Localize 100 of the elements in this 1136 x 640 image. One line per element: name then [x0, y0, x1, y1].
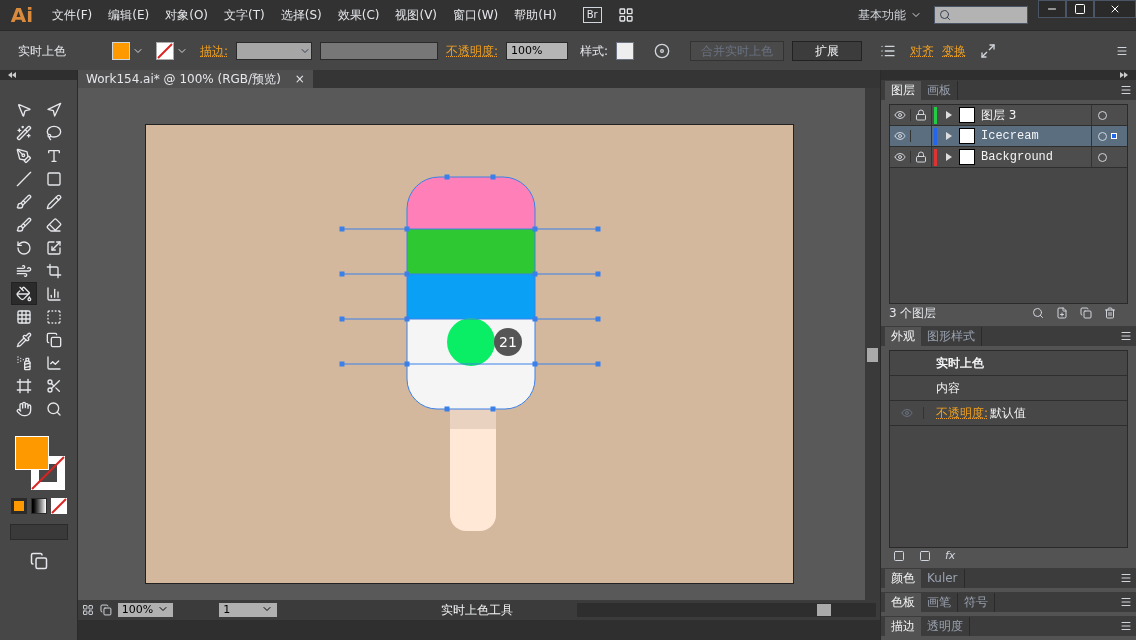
layer-thumbnail — [959, 107, 975, 123]
stroke-label[interactable]: 描边: — [200, 41, 229, 60]
new-layer-icon[interactable] — [1080, 307, 1092, 319]
panel-tab[interactable]: 颜色 — [885, 569, 921, 588]
search-field[interactable] — [934, 6, 1028, 24]
visibility-icon[interactable] — [894, 130, 906, 142]
new-sublayer-icon[interactable] — [1056, 307, 1068, 319]
wind-icon — [15, 262, 32, 279]
visibility-icon[interactable] — [894, 151, 906, 163]
color-mode-button[interactable] — [10, 498, 27, 514]
text-icon — [45, 147, 62, 164]
panel-tab[interactable]: 外观 — [885, 327, 921, 346]
style-swatch[interactable] — [616, 41, 635, 60]
expand-triangle-icon[interactable] — [945, 153, 953, 161]
align-link[interactable]: 对齐 — [910, 41, 935, 60]
maximize-button[interactable] — [1066, 0, 1094, 18]
menu-item[interactable]: 视图(V) — [387, 6, 446, 24]
panel-tab[interactable]: 图层 — [885, 81, 921, 100]
app-logo: Ai — [9, 2, 35, 29]
panel-tab[interactable]: 图形样式 — [921, 327, 982, 346]
panel-tab[interactable]: Kuler — [921, 569, 965, 588]
transform-link[interactable]: 变换 — [942, 41, 967, 60]
disc-icon[interactable] — [654, 42, 671, 59]
search-icon — [939, 9, 951, 21]
menu-item[interactable]: 帮助(H) — [506, 6, 565, 24]
expand-arrows-icon[interactable] — [1120, 72, 1128, 78]
bounding-box-icon[interactable] — [980, 42, 997, 59]
layer-name: Background — [981, 149, 1054, 166]
vertical-scrollbar[interactable] — [865, 88, 880, 600]
menu-item[interactable]: 文字(T) — [216, 6, 273, 24]
menu-item[interactable]: 对象(O) — [157, 6, 217, 24]
rotate-icon — [15, 239, 32, 256]
no-stroke-swatch[interactable] — [156, 41, 174, 60]
zoom-field[interactable]: 100% — [117, 603, 174, 617]
screen-mode-icon[interactable] — [29, 552, 48, 570]
share-icon[interactable] — [99, 604, 112, 616]
panel-tab[interactable]: 色板 — [885, 593, 921, 612]
layer-row[interactable]: Background — [890, 147, 1127, 168]
copy-icon — [45, 331, 62, 348]
trash-icon[interactable] — [1104, 307, 1116, 319]
document-tab[interactable]: Work154.ai* @ 100% (RGB/预览) × — [78, 70, 313, 88]
scale-icon — [45, 239, 62, 256]
spray-can-icon — [15, 354, 32, 371]
workspace-switcher[interactable]: 基本功能 — [858, 6, 922, 24]
layer-row[interactable]: 图层 3 — [890, 105, 1127, 126]
opacity-link[interactable]: 不透明度: — [936, 404, 989, 422]
eraser-icon — [45, 216, 62, 233]
opacity-label[interactable]: 不透明度: — [446, 41, 499, 60]
opacity-field[interactable]: 100% — [506, 41, 569, 60]
panel-menu-icon[interactable] — [1120, 596, 1132, 608]
layer-name: 图层 3 — [981, 107, 1018, 124]
menu-item[interactable]: 选择(S) — [272, 6, 330, 24]
square-icon[interactable] — [919, 550, 931, 562]
horizontal-scrollbar[interactable] — [576, 603, 876, 617]
appearance-content-row[interactable]: 内容 — [936, 379, 960, 397]
artboard-field[interactable]: 1 — [219, 603, 277, 617]
menu-item[interactable]: 文件(F) — [44, 6, 101, 24]
expand-triangle-icon[interactable] — [945, 132, 953, 140]
fx-button[interactable]: fx — [945, 550, 956, 562]
none-mode-button[interactable] — [50, 498, 67, 514]
settings-icon[interactable] — [82, 604, 94, 616]
square-icon[interactable] — [893, 550, 905, 562]
panel-menu-icon[interactable] — [1120, 572, 1132, 584]
panel-menu-icon[interactable] — [1116, 44, 1128, 57]
menu-item[interactable]: 编辑(E) — [100, 6, 158, 24]
arrange-documents-icon[interactable] — [617, 7, 634, 23]
layer-row[interactable]: Icecream — [890, 126, 1127, 147]
hand-icon — [15, 400, 32, 417]
style-label: 样式: — [580, 42, 609, 60]
panel-menu-icon[interactable] — [1120, 84, 1132, 96]
stroke-weight-field[interactable] — [236, 41, 313, 60]
bridge-button[interactable]: Br — [582, 7, 602, 23]
opacity-value: 默认值 — [990, 405, 1027, 422]
menu-item[interactable]: 效果(C) — [329, 6, 388, 24]
collapse-arrows-icon[interactable] — [8, 72, 16, 78]
layer-name: Icecream — [981, 128, 1040, 145]
minimize-button[interactable] — [1038, 0, 1066, 18]
current-tool-status: 实时上色工具 — [439, 602, 514, 619]
tab-close-button[interactable]: × — [294, 70, 305, 88]
panel-menu-icon[interactable] — [1120, 330, 1132, 342]
tool-name: 实时上色 — [17, 42, 67, 60]
panel-tab[interactable]: 透明度 — [921, 617, 970, 636]
brush-field[interactable] — [320, 41, 439, 60]
menu-item[interactable]: 窗口(W) — [445, 6, 507, 24]
fill-swatch[interactable] — [112, 41, 130, 60]
panel-menu-icon[interactable] — [1120, 620, 1132, 632]
pencil-icon — [45, 193, 62, 210]
panel-tab[interactable]: 符号 — [958, 593, 995, 612]
expand-button[interactable]: 扩展 — [792, 40, 863, 61]
brush-icon — [15, 216, 32, 233]
tool-button[interactable] — [10, 282, 37, 305]
visibility-icon[interactable] — [894, 109, 906, 121]
panel-tab[interactable]: 画板 — [921, 81, 958, 100]
layer-count: 3 个图层 — [889, 305, 937, 322]
panel-tab[interactable]: 画笔 — [921, 593, 958, 612]
search-icon[interactable] — [1032, 307, 1044, 319]
gradient-mode-button[interactable] — [30, 498, 47, 514]
expand-triangle-icon[interactable] — [945, 111, 953, 119]
panel-tab[interactable]: 描边 — [885, 617, 921, 636]
document-title: Work154.ai* @ 100% (RGB/预览) — [86, 71, 281, 88]
